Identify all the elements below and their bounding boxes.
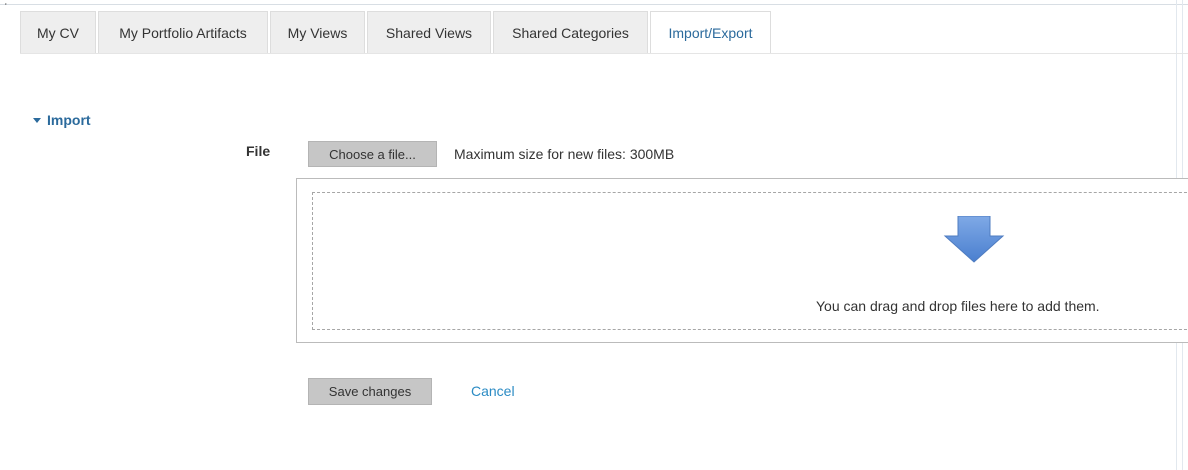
tab-shared-categories[interactable]: Shared Categories [493,11,648,54]
dropzone-hint: You can drag and drop files here to add … [816,298,1100,314]
tab-my-views[interactable]: My Views [270,11,365,54]
cancel-link[interactable]: Cancel [471,383,515,399]
tab-my-cv[interactable]: My CV [20,11,96,54]
tab-my-portfolio-artifacts[interactable]: My Portfolio Artifacts [98,11,268,54]
tab-bar: My CV My Portfolio Artifacts My Views Sh… [20,10,773,54]
save-changes-button[interactable]: Save changes [308,378,432,405]
choose-file-button[interactable]: Choose a file... [308,141,437,167]
file-label: File [246,143,271,159]
caret-down-icon [33,118,41,123]
cursor-mark: ʾ [4,2,8,14]
page-frame: ʾ My CV My Portfolio Artifacts My Views … [0,0,1188,470]
import-section-toggle[interactable]: Import [33,112,91,128]
tab-import-export[interactable]: Import/Export [650,11,771,54]
drop-arrow-icon [943,216,1005,263]
file-dropzone[interactable] [296,178,1188,343]
import-section-title: Import [47,112,91,128]
tab-shared-views[interactable]: Shared Views [367,11,491,54]
tabs-divider [20,53,1188,54]
max-size-note: Maximum size for new files: 300MB [454,146,675,162]
top-divider [0,4,1188,5]
